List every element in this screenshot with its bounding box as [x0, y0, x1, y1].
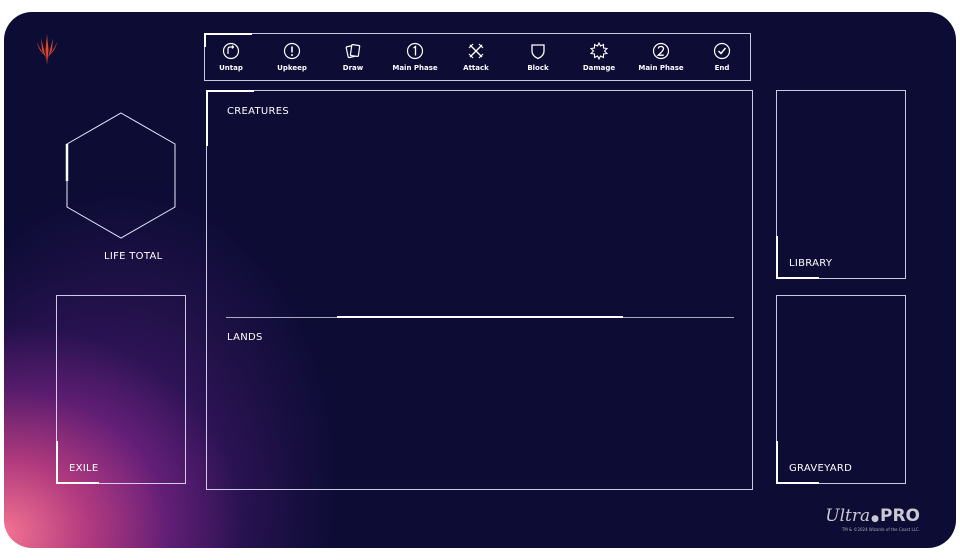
creatures-label: CREATURES	[227, 106, 290, 117]
phase-bar: Untap Upkeep Draw Main Phase Attack Bloc…	[204, 33, 751, 81]
phase-label: Main Phase	[638, 64, 684, 72]
phase-damage[interactable]: Damage	[569, 34, 629, 80]
exile-label: EXILE	[69, 463, 99, 474]
zone-divider-highlight	[337, 316, 623, 318]
end-icon	[713, 42, 731, 60]
damage-icon	[590, 42, 608, 60]
phase-main-1[interactable]: Main Phase	[385, 34, 445, 80]
phase-label: Main Phase	[392, 64, 438, 72]
library-zone[interactable]: LIBRARY	[776, 90, 906, 279]
battlefield-zone[interactable]: CREATURES LANDS	[206, 90, 753, 490]
phase-main-2[interactable]: Main Phase	[631, 34, 691, 80]
phase-label: Block	[527, 64, 549, 72]
phase-upkeep[interactable]: Upkeep	[262, 34, 322, 80]
playmat: Untap Upkeep Draw Main Phase Attack Bloc…	[4, 12, 956, 548]
ultra-text: Ultra	[825, 506, 871, 526]
ultra-pro-logo: Ultra●PRO	[825, 506, 920, 526]
life-total-label: LIFE TOTAL	[104, 251, 163, 262]
graveyard-label: GRAVEYARD	[789, 463, 853, 474]
draw-icon	[345, 44, 361, 59]
copyright-text: TM & ©2024 Wizards of the Coast LLC.	[841, 527, 920, 532]
phase-label: Draw	[342, 64, 364, 72]
phase-draw[interactable]: Draw	[323, 34, 383, 80]
phase-label: Attack	[463, 64, 489, 72]
pro-text: PRO	[879, 506, 920, 526]
main-phase-2-icon	[652, 42, 670, 60]
phase-label: Upkeep	[277, 64, 307, 72]
library-label: LIBRARY	[789, 258, 833, 269]
planeswalker-logo-icon	[37, 34, 57, 65]
phase-untap[interactable]: Untap	[201, 34, 261, 80]
phase-attack[interactable]: Attack	[446, 34, 506, 80]
untap-icon	[222, 42, 240, 60]
upkeep-icon	[283, 42, 301, 60]
life-total-hexagon	[65, 112, 176, 239]
lands-label: LANDS	[227, 332, 263, 343]
phase-label: Untap	[219, 64, 243, 72]
phase-label: Damage	[582, 64, 616, 72]
graveyard-zone[interactable]: GRAVEYARD	[776, 295, 906, 484]
phase-label: End	[714, 64, 730, 72]
phase-end[interactable]: End	[692, 34, 752, 80]
exile-zone[interactable]: EXILE	[56, 295, 186, 484]
phase-block[interactable]: Block	[508, 34, 568, 80]
main-phase-1-icon	[406, 42, 424, 60]
attack-icon	[468, 43, 484, 59]
block-icon	[531, 44, 545, 60]
